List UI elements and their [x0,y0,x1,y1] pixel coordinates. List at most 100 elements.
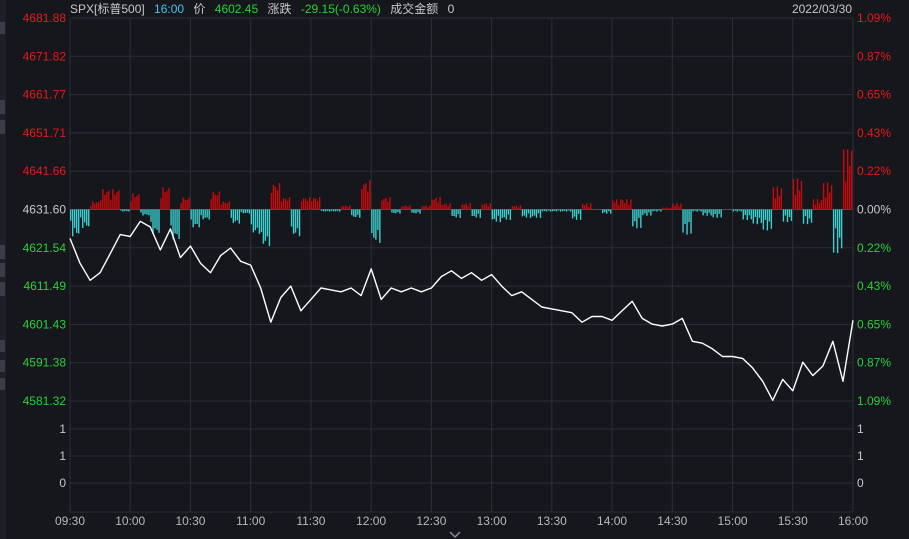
momentum-bar-down [658,209,660,211]
momentum-bar-down [547,209,550,211]
momentum-bar-up [272,184,275,210]
momentum-bar-up [622,200,624,210]
momentum-bar-down [359,209,361,218]
momentum-bar-down [768,209,771,222]
y-tick-label-right: 0.22% [857,241,891,255]
momentum-bar-down [399,209,401,214]
momentum-bar-up [481,204,483,210]
momentum-bar-down [644,209,646,214]
momentum-bar-down [786,209,789,223]
momentum-bar-down [690,209,692,234]
momentum-bar-down [379,209,381,243]
y-tick-label-left: 4591.38 [23,356,67,370]
momentum-bar-down [78,209,80,234]
momentum-bar-up [138,194,140,210]
momentum-bar-down [563,209,566,211]
momentum-bar-down [686,209,688,235]
momentum-bar-up [284,198,287,210]
momentum-bar-up [314,198,317,210]
momentum-bar-down [571,209,574,219]
momentum-bar-down [493,209,496,219]
y-tick-label-left: 4671.82 [23,49,67,63]
momentum-bar-down [521,209,524,217]
momentum-bar-up [511,206,514,210]
momentum-bar-down [192,209,194,228]
momentum-bar-down [238,209,241,224]
momentum-bar-up [224,202,226,210]
momentum-bar-down [501,209,504,218]
momentum-bar-down [638,209,640,218]
momentum-bar-down [533,209,536,216]
momentum-bar-up [583,205,586,210]
momentum-bar-up [846,149,849,210]
momentum-bar-up [828,192,831,210]
momentum-bar-down [531,209,534,217]
volume-tick-label-right: 1 [857,449,864,463]
momentum-bar-up [218,191,220,210]
momentum-bar-down [415,209,417,214]
momentum-bar-down [236,209,239,221]
momentum-bar-down [527,209,530,214]
momentum-bar-up [469,203,471,210]
momentum-bar-down [479,209,481,218]
momentum-bar-up [614,202,616,210]
momentum-bar-up [92,201,94,210]
y-tick-label-right: 0.00% [857,203,891,217]
momentum-bar-up [589,203,592,210]
momentum-bar-down [551,209,554,212]
momentum-bar-up [812,199,815,210]
momentum-bar-down [742,209,744,220]
momentum-bar-down [391,209,393,213]
momentum-bar-up [630,199,632,210]
momentum-bar-up [848,165,851,210]
momentum-bar-up [680,203,682,210]
volume-tick-label-right: 1 [857,422,864,436]
momentum-bar-down [525,209,528,218]
momentum-bar-up [449,203,451,210]
momentum-bar-up [130,201,132,210]
momentum-bar-up [300,201,303,210]
momentum-bar-up [616,199,618,210]
momentum-bar-up [280,201,283,210]
momentum-bar-up [487,206,489,210]
momentum-bar-up [365,183,367,210]
momentum-bar-down [208,209,210,220]
intraday-chart[interactable]: 4681.88 1.09% 4671.82 0.87% 4661.77 0.65% 4651… [0,0,909,539]
momentum-bar-down [692,209,694,212]
momentum-bar-down [248,209,251,214]
momentum-bar-down [88,209,90,227]
momentum-bar-down [84,209,86,223]
momentum-bar-up [461,204,463,210]
momentum-bar-down [766,209,769,231]
momentum-bar-up [826,182,829,210]
scroll-down-icon[interactable] [440,531,470,539]
momentum-bar-down [652,209,654,212]
momentum-bar-down [459,209,461,218]
momentum-bar-down [543,209,546,211]
momentum-bar-up [381,200,383,210]
momentum-bar-down [351,209,353,216]
momentum-bar-up [465,203,467,210]
momentum-bar-down [832,209,835,253]
momentum-bar-up [618,205,620,210]
momentum-bar-down [262,209,265,244]
momentum-bar-down [252,209,255,233]
momentum-bar-down [714,209,716,215]
momentum-bar-down [320,209,323,211]
y-tick-label-left: 4581.32 [23,394,67,408]
momentum-bar-down [700,209,702,212]
momentum-bar-up [385,198,387,210]
y-tick-label-right: 0.87% [857,49,891,63]
momentum-bar-down [732,209,734,212]
momentum-bar-up [136,195,138,210]
x-tick-label: 11:00 [236,514,265,528]
momentum-bar-down [682,209,684,233]
momentum-bar-up [794,194,797,210]
momentum-bar-up [585,203,588,210]
momentum-bar-down [124,209,126,212]
momentum-bar-down [333,209,335,212]
momentum-bar-up [818,202,821,210]
momentum-bar-down [577,209,580,214]
momentum-bar-down [650,209,652,216]
momentum-bar-up [278,182,281,210]
